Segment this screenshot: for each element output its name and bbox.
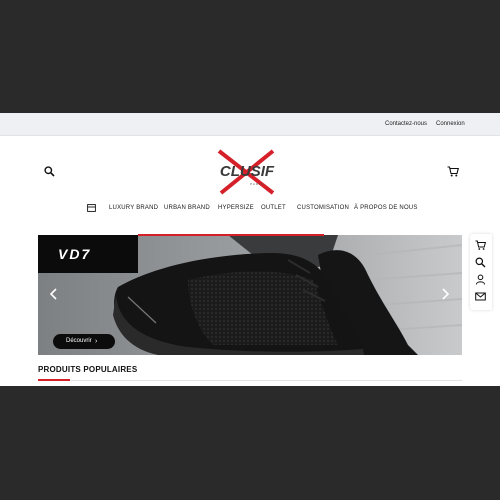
nav-item-hypersize[interactable]: HYPERSIZE <box>218 205 254 211</box>
carousel-next-icon[interactable] <box>439 287 451 301</box>
logo-text: CLUSIF <box>220 163 275 180</box>
cart-icon[interactable] <box>475 240 486 251</box>
chevron-right-icon: › <box>95 338 98 345</box>
contact-link[interactable]: Contactez-nous <box>385 121 427 127</box>
nav-item-outlet[interactable]: OUTLET <box>261 205 286 211</box>
hero-accent-line <box>138 234 324 236</box>
discover-button-label: Découvrir <box>66 338 92 344</box>
user-icon[interactable] <box>475 274 486 285</box>
brand-badge: VD7 <box>38 235 138 273</box>
section-title: PRODUITS POPULAIRES <box>38 365 138 374</box>
main-navigation: LUXURY BRAND URBAN BRAND HYPERSIZE OUTLE… <box>0 203 500 215</box>
section-divider <box>38 380 462 381</box>
mail-icon[interactable] <box>475 291 486 302</box>
vd7-brand-logo: VD7 <box>58 247 91 261</box>
carousel-prev-icon[interactable] <box>48 287 60 301</box>
nav-item-luxury-brand[interactable]: LUXURY BRAND <box>109 205 158 211</box>
search-icon[interactable] <box>44 166 55 177</box>
nav-item-about[interactable]: À PROPOS DE NOUS <box>354 205 418 211</box>
cart-icon[interactable] <box>447 166 459 177</box>
discover-button[interactable]: Découvrir › <box>53 334 115 349</box>
shop-icon[interactable] <box>87 204 96 212</box>
clusif-logo[interactable]: CLUSIF PARIS <box>213 149 281 195</box>
svg-text:VD7: VD7 <box>58 247 91 261</box>
top-utility-bar: Contactez-nous Connexion <box>0 113 500 136</box>
section-title-underline <box>38 379 70 381</box>
floating-toolbar <box>470 234 492 310</box>
logo-subtext: PARIS <box>250 182 264 186</box>
hero-banner[interactable]: VD7 Découvrir › <box>38 235 462 355</box>
page-viewport: Contactez-nous Connexion CLUSIF PARIS LU… <box>0 113 500 386</box>
zoom-icon[interactable] <box>475 257 486 268</box>
nav-item-urban-brand[interactable]: URBAN BRAND <box>164 205 210 211</box>
login-link[interactable]: Connexion <box>436 121 465 127</box>
nav-item-customisation[interactable]: CUSTOMISATION <box>297 205 349 211</box>
